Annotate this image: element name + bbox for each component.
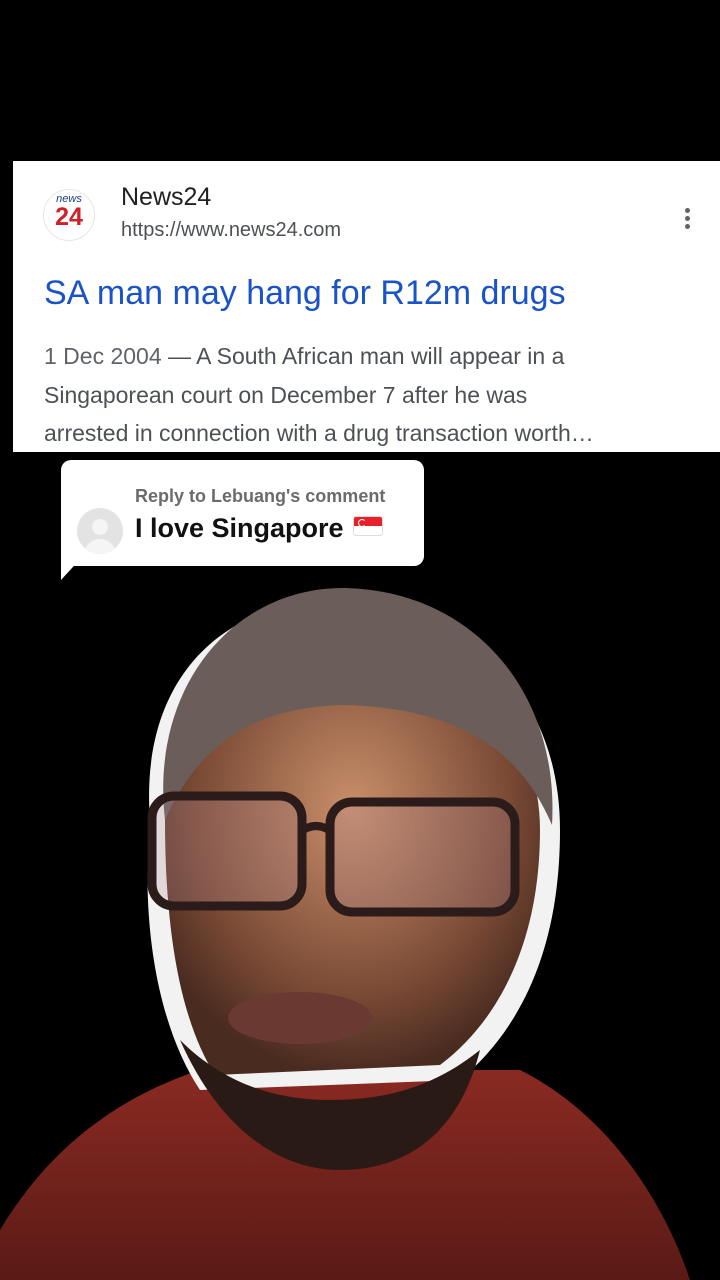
singapore-flag-icon: [352, 516, 383, 536]
more-options-icon[interactable]: [685, 208, 691, 234]
avatar[interactable]: [77, 508, 123, 554]
search-result-card[interactable]: news 24 News24 https://www.news24.com SA…: [13, 161, 720, 452]
glasses-left-lens: [147, 791, 307, 911]
site-name[interactable]: News24: [121, 183, 211, 212]
reply-comment-bubble[interactable]: Reply to Lebuang's comment I love Singap…: [61, 460, 424, 566]
snippet-line-1: — A South African man will appear in a: [161, 343, 565, 369]
news24-logo-icon: news 24: [43, 189, 95, 241]
glasses-right-lens: [325, 797, 520, 917]
mouth-shape: [228, 992, 372, 1044]
result-date: 1 Dec 2004: [44, 343, 162, 369]
comment-body: I love Singapore: [135, 513, 344, 543]
creator-video-cutout: [0, 588, 690, 1280]
snippet-line-3: arrested in connection with a drug trans…: [44, 420, 594, 446]
result-snippet: 1 Dec 2004 — A South African man will ap…: [44, 337, 709, 453]
comment-text: I love Singapore: [135, 513, 383, 544]
result-headline-link[interactable]: SA man may hang for R12m drugs: [44, 274, 566, 313]
logo-text-number: 24: [55, 203, 83, 231]
snippet-line-2: Singaporean court on December 7 after he…: [44, 381, 528, 408]
site-url[interactable]: https://www.news24.com: [121, 219, 341, 242]
reply-to-label: Reply to Lebuang's comment: [135, 486, 386, 506]
